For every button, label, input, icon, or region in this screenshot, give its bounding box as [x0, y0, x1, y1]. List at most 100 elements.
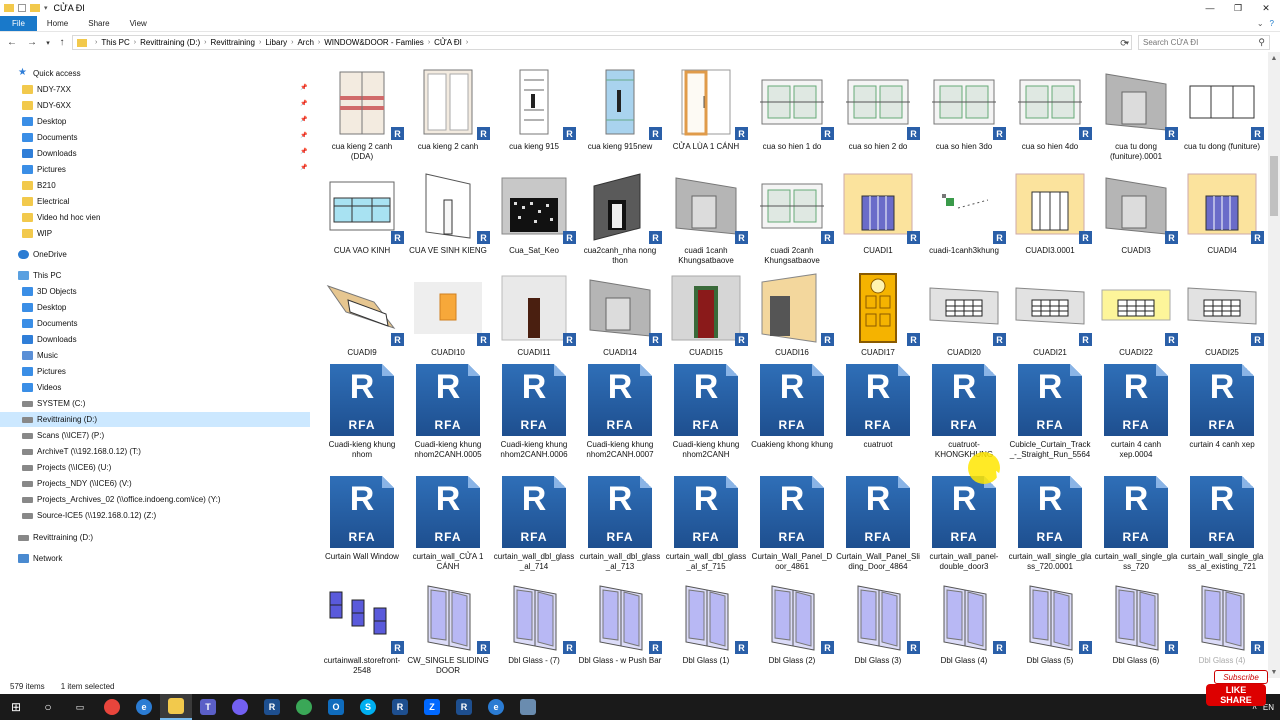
nav-item[interactable]: Revittraining (D:)	[0, 412, 310, 427]
file-item[interactable]: R RFA curtain_wall_dbl_glass_al_sf_715	[664, 476, 748, 572]
file-item[interactable]: Rcuadi-1canh3khung	[922, 170, 1006, 256]
nav-item[interactable]: B210	[22, 178, 56, 193]
nav-item[interactable]: Desktop	[22, 114, 66, 129]
revit-app-icon[interactable]: R	[256, 694, 288, 720]
file-item[interactable]: R CUADI15	[664, 272, 748, 358]
file-item[interactable]: R CUADI4	[1180, 170, 1264, 256]
teams-icon[interactable]: T	[192, 694, 224, 720]
file-item[interactable]: R CUADI3	[1094, 170, 1178, 256]
file-item[interactable]: Rcuadi 2canh Khungsatbaove	[750, 170, 834, 266]
file-item[interactable]: Rcua tu dong (funiture).0001	[1094, 66, 1178, 162]
file-item[interactable]: R RFA curtain_wall_dbl_glass_al_714	[492, 476, 576, 572]
skype-icon[interactable]: S	[352, 694, 384, 720]
expand-ribbon-icon[interactable]: ⌄	[1257, 19, 1264, 28]
file-item[interactable]: R RFA curtain_wall_single_glass_720	[1094, 476, 1178, 572]
pin-icon[interactable]: 📌	[300, 148, 307, 155]
file-item[interactable]: R Dbl Glass - (7)	[492, 580, 576, 666]
file-item[interactable]: R RFA Cuakieng khong khung	[750, 364, 834, 450]
file-item[interactable]: R RFA curtain_wall_panel-double_door3	[922, 476, 1006, 572]
file-item[interactable]: Rcua so hien 3do	[922, 66, 1006, 152]
search-box[interactable]: ⚲	[1138, 35, 1270, 50]
file-item[interactable]: Rcua so hien 4do	[1008, 66, 1092, 152]
nav-item[interactable]: Documents	[22, 316, 77, 331]
properties-icon[interactable]	[18, 4, 26, 12]
vertical-scrollbar[interactable]: ▲ ▼	[1268, 52, 1280, 678]
file-item[interactable]: Rcua so hien 1 do	[750, 66, 834, 152]
file-item[interactable]: R Dbl Glass (2)	[750, 580, 834, 666]
customize-qat-icon[interactable]: ▾	[44, 4, 48, 12]
nav-item[interactable]: Downloads	[22, 332, 77, 347]
file-item[interactable]: R CUADI1	[836, 170, 920, 256]
file-item[interactable]: R RFA curtain_wall_dbl_glass_al_713	[578, 476, 662, 572]
file-item[interactable]: R RFA cuatruot-KHONGKHUNG	[922, 364, 1006, 460]
file-item[interactable]: R RFA Cuadi-kieng khung nhom2CANH	[664, 364, 748, 460]
nav-item[interactable]: Desktop	[22, 300, 66, 315]
file-item[interactable]: R RFA cuatruot	[836, 364, 920, 450]
nav-item[interactable]: SYSTEM (C:)	[22, 396, 85, 411]
nav-item[interactable]: NDY-6XX	[22, 98, 71, 113]
scroll-up-icon[interactable]: ▲	[1268, 52, 1280, 64]
file-item[interactable]: R RFA curtain_wall_single_glass_al_existin…	[1180, 476, 1264, 572]
file-item[interactable]: R RFA curtain 4 canh xep	[1180, 364, 1264, 450]
tab-file[interactable]: File	[0, 16, 37, 31]
file-item[interactable]: Rcua tu dong (funiture)	[1180, 66, 1264, 152]
nav-item[interactable]: OneDrive	[18, 247, 67, 262]
file-item[interactable]: Rcurtainwall.storefront-2548	[320, 580, 404, 676]
nav-item[interactable]: NDY-7XX	[22, 82, 71, 97]
file-item[interactable]: R Dbl Glass (4)	[922, 580, 1006, 666]
nav-item[interactable]: Downloads	[22, 146, 77, 161]
file-item[interactable]: R CỬA LÙA 1 CÁNH	[664, 66, 748, 152]
crumb-item[interactable]: Arch	[297, 38, 313, 47]
crumb-item[interactable]: Revittraining	[211, 38, 255, 47]
refresh-button[interactable]: ⟳	[1117, 36, 1131, 50]
search-input[interactable]	[1143, 38, 1255, 47]
pin-icon[interactable]: 📌	[300, 100, 307, 107]
crumb-item[interactable]: Revittraining (D:)	[140, 38, 200, 47]
nav-item[interactable]: Pictures	[22, 162, 66, 177]
nav-item[interactable]: WIP	[22, 226, 52, 241]
nav-item[interactable]: 3D Objects	[22, 284, 77, 299]
nav-item[interactable]: Revittraining (D:)	[18, 530, 93, 545]
crumb-item[interactable]: This PC	[101, 38, 129, 47]
file-item[interactable]: Rcua kieng 915	[492, 66, 576, 152]
file-item[interactable]: R RFA Curtain Wall Window	[320, 476, 404, 562]
scroll-thumb[interactable]	[1270, 156, 1278, 216]
file-item[interactable]: R Cua_Sat_Keo	[492, 170, 576, 256]
file-item[interactable]: R Dbl Glass (4)	[1180, 580, 1264, 666]
tab-view[interactable]: View	[120, 16, 157, 31]
file-item[interactable]: R CUADI20	[922, 272, 1006, 358]
file-item[interactable]: R RFA Curtain_Wall_Panel_Door_4861	[750, 476, 834, 572]
file-item[interactable]: R CUADI22	[1094, 272, 1178, 358]
file-item[interactable]: R CUADI17	[836, 272, 920, 358]
file-item[interactable]: R CUADI3.0001	[1008, 170, 1092, 256]
tab-share[interactable]: Share	[78, 16, 119, 31]
address-bar[interactable]: › This PC › Revittraining (D:) › Revittr…	[72, 35, 1132, 50]
tab-home[interactable]: Home	[37, 16, 78, 31]
file-item[interactable]: R RFA curtain_wall_CỬA 1 CÁNH	[406, 476, 490, 572]
maximize-button[interactable]: ❐	[1224, 0, 1252, 16]
file-item[interactable]: R Dbl Glass (5)	[1008, 580, 1092, 666]
pin-icon[interactable]: 📌	[300, 132, 307, 139]
outlook-icon[interactable]: O	[320, 694, 352, 720]
file-item[interactable]: R Dbl Glass (1)	[664, 580, 748, 666]
help-icon[interactable]: ?	[1270, 19, 1274, 28]
file-item[interactable]: Rcua kieng 2 canh	[406, 66, 490, 152]
nav-item[interactable]: Video hd hoc vien	[22, 210, 100, 225]
file-item[interactable]: R RFA Cuadi-kieng khung nhom2CANH.0005	[406, 364, 490, 460]
file-item[interactable]: R RFA Cubicle_Curtain_Track_-_Straight_Run…	[1008, 364, 1092, 460]
file-item[interactable]: Rcuadi 1canh Khungsatbaove	[664, 170, 748, 266]
nav-item[interactable]: ★ Quick access	[18, 66, 81, 81]
crumb-item[interactable]: Libary	[265, 38, 287, 47]
green-app-icon[interactable]	[288, 694, 320, 720]
pin-icon[interactable]: 📌	[300, 116, 307, 123]
file-item[interactable]: R CW_SINGLE SLIDING DOOR	[406, 580, 490, 676]
file-item[interactable]: R RFA Cuadi-kieng khung nhom2CANH.0006	[492, 364, 576, 460]
file-item[interactable]: R RFA curtain 4 canh xep.0004	[1094, 364, 1178, 460]
nav-item[interactable]: Documents	[22, 130, 77, 145]
file-item[interactable]: R Dbl Glass - w Push Bar	[578, 580, 662, 666]
minimize-button[interactable]: —	[1196, 0, 1224, 16]
file-item[interactable]: Rcua2canh_nha nong thon	[578, 170, 662, 266]
nav-item[interactable]: Electrical	[22, 194, 69, 209]
file-item[interactable]: R CUA VE SINH KIENG	[406, 170, 490, 256]
file-item[interactable]: Rcua kieng 2 canh (DDA)	[320, 66, 404, 162]
